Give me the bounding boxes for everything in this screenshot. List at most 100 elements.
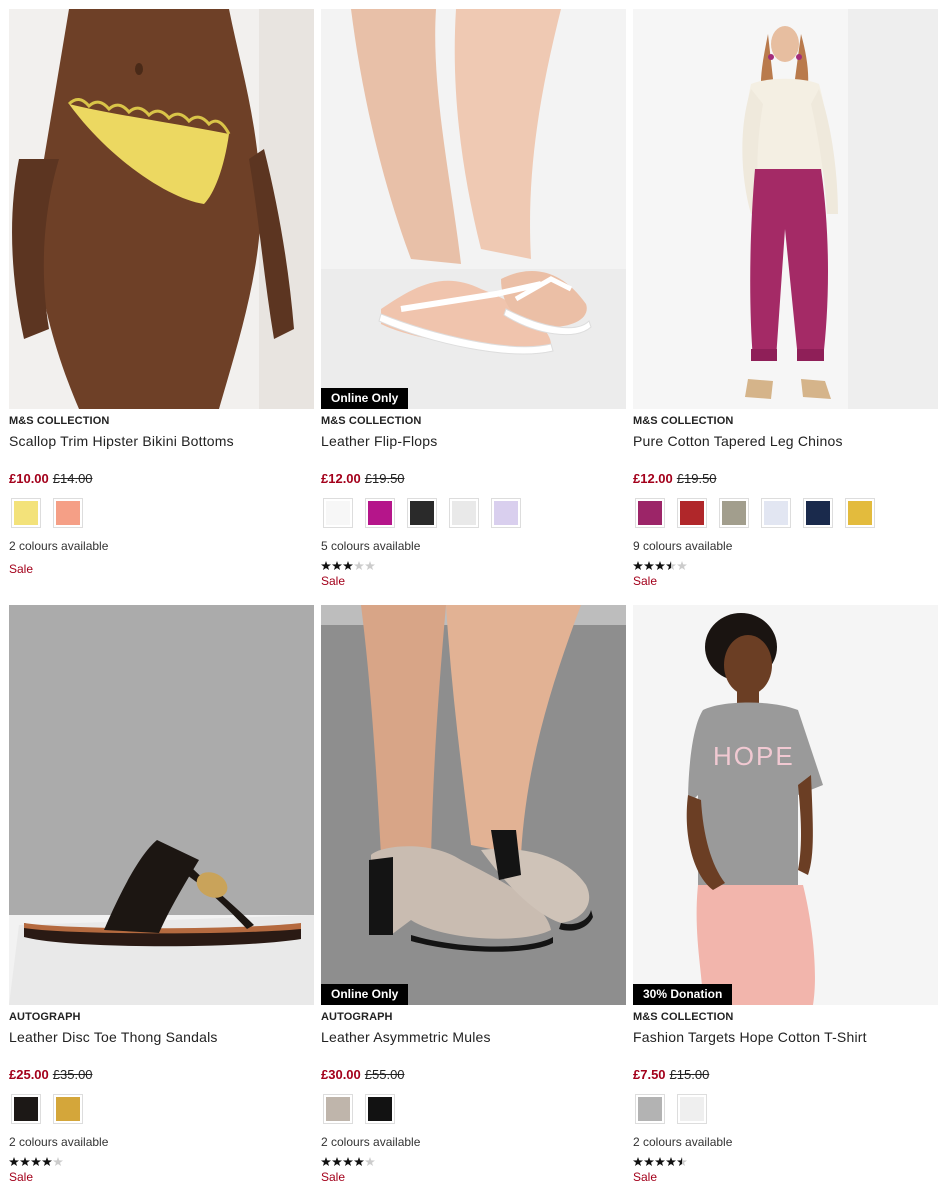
- product-card[interactable]: AUTOGRAPH Leather Disc Toe Thong Sandals…: [9, 605, 314, 1184]
- price-was: £19.50: [364, 471, 405, 486]
- sale-label: Sale: [321, 1170, 346, 1184]
- star-icon: [343, 1157, 353, 1166]
- thong-sandals-image: [9, 605, 314, 1005]
- product-image[interactable]: [633, 9, 938, 409]
- colour-swatch[interactable]: [323, 498, 353, 528]
- star-icon: [666, 561, 676, 570]
- star-icon: [365, 1157, 375, 1166]
- star-icon: [365, 561, 375, 570]
- colour-swatches: [321, 1094, 626, 1125]
- product-name[interactable]: Leather Flip-Flops: [321, 433, 626, 450]
- bikini-image: [9, 9, 314, 409]
- product-image[interactable]: Online Only: [321, 9, 626, 409]
- star-icon: [332, 1157, 342, 1166]
- colour-swatch[interactable]: [323, 1094, 353, 1124]
- product-price: £7.50 £15.00: [633, 1067, 938, 1083]
- price-was: £55.00: [364, 1067, 405, 1082]
- colour-swatches: [633, 498, 938, 529]
- product-name[interactable]: Leather Asymmetric Mules: [321, 1029, 626, 1046]
- price-now: £25.00: [9, 1067, 49, 1082]
- star-icon: [42, 1157, 52, 1166]
- product-price: £25.00 £35.00: [9, 1067, 314, 1083]
- star-icon: [354, 561, 364, 570]
- colour-swatch[interactable]: [677, 1094, 707, 1124]
- colour-swatch[interactable]: [11, 1094, 41, 1124]
- colour-swatch[interactable]: [803, 498, 833, 528]
- colour-swatch[interactable]: [365, 498, 395, 528]
- product-image[interactable]: [9, 605, 314, 1005]
- colour-swatch[interactable]: [635, 498, 665, 528]
- colours-available: 2 colours available: [321, 1135, 421, 1149]
- price-was: £19.50: [676, 471, 717, 486]
- star-icon: [666, 1157, 676, 1166]
- colours-available: 5 colours available: [321, 539, 421, 553]
- product-price: £12.00 £19.50: [321, 471, 626, 487]
- star-icon: [31, 1157, 41, 1166]
- price-now: £10.00: [9, 471, 49, 486]
- product-card[interactable]: M&S COLLECTION Pure Cotton Tapered Leg C…: [633, 9, 938, 588]
- product-brand: M&S COLLECTION: [9, 415, 110, 427]
- colour-swatch[interactable]: [407, 498, 437, 528]
- star-icon: [20, 1157, 30, 1166]
- star-icon: [655, 1157, 665, 1166]
- product-card[interactable]: Online Only AUTOGRAPH Leather Asymmetric…: [321, 605, 626, 1184]
- colour-swatch[interactable]: [677, 498, 707, 528]
- colour-swatches: [633, 1094, 938, 1125]
- product-name[interactable]: Pure Cotton Tapered Leg Chinos: [633, 433, 938, 450]
- colour-swatch[interactable]: [845, 498, 875, 528]
- star-icon: [633, 561, 643, 570]
- colour-swatch[interactable]: [449, 498, 479, 528]
- product-card[interactable]: Online Only M&S COLLECTION Leather Flip-…: [321, 9, 626, 588]
- star-icon: [644, 1157, 654, 1166]
- colour-swatch[interactable]: [11, 498, 41, 528]
- product-image[interactable]: [9, 9, 314, 409]
- colour-swatch[interactable]: [635, 1094, 665, 1124]
- sale-label: Sale: [9, 1170, 34, 1184]
- product-card[interactable]: HOPE 30% Donation M&S COLLECTION Fashion…: [633, 605, 938, 1184]
- product-name[interactable]: Scallop Trim Hipster Bikini Bottoms: [9, 433, 314, 450]
- price-now: £30.00: [321, 1067, 361, 1082]
- t-shirt-image: HOPE: [633, 605, 938, 1005]
- price-now: £7.50: [633, 1067, 666, 1082]
- svg-text:HOPE: HOPE: [713, 741, 795, 771]
- star-icon: [644, 561, 654, 570]
- product-name[interactable]: Leather Disc Toe Thong Sandals: [9, 1029, 314, 1046]
- chinos-image: [633, 9, 938, 409]
- star-icon: [53, 1157, 63, 1166]
- star-icon: [9, 1157, 19, 1166]
- online-only-badge: Online Only: [321, 984, 409, 1005]
- star-icon: [343, 561, 353, 570]
- colour-swatch[interactable]: [761, 498, 791, 528]
- product-price: £30.00 £55.00: [321, 1067, 626, 1083]
- product-image[interactable]: Online Only: [321, 605, 626, 1005]
- star-icon: [321, 1157, 331, 1166]
- star-rating: [9, 1157, 314, 1166]
- colours-available: 9 colours available: [633, 539, 733, 553]
- product-image[interactable]: HOPE 30% Donation: [633, 605, 938, 1005]
- colour-swatch[interactable]: [719, 498, 749, 528]
- price-was: £35.00: [52, 1067, 93, 1082]
- star-icon: [633, 1157, 643, 1166]
- price-now: £12.00: [321, 471, 361, 486]
- product-card[interactable]: M&S COLLECTION Scallop Trim Hipster Biki…: [9, 9, 314, 576]
- product-name[interactable]: Fashion Targets Hope Cotton T-Shirt: [633, 1029, 938, 1046]
- star-icon: [332, 561, 342, 570]
- product-brand: AUTOGRAPH: [9, 1011, 81, 1023]
- colour-swatches: [321, 498, 626, 529]
- colour-swatch[interactable]: [365, 1094, 395, 1124]
- colour-swatches: [9, 498, 314, 529]
- online-only-badge: Online Only: [321, 388, 409, 409]
- colour-swatch[interactable]: [53, 498, 83, 528]
- colour-swatch[interactable]: [53, 1094, 83, 1124]
- sale-label: Sale: [321, 574, 346, 588]
- colour-swatch[interactable]: [491, 498, 521, 528]
- colours-available: 2 colours available: [9, 539, 109, 553]
- star-rating: [321, 1157, 626, 1166]
- colour-swatches: [9, 1094, 314, 1125]
- price-was: £14.00: [52, 471, 93, 486]
- star-icon: [655, 561, 665, 570]
- product-grid: M&S COLLECTION Scallop Trim Hipster Biki…: [0, 0, 939, 1186]
- star-icon: [354, 1157, 364, 1166]
- price-now: £12.00: [633, 471, 673, 486]
- product-brand: AUTOGRAPH: [321, 1011, 393, 1023]
